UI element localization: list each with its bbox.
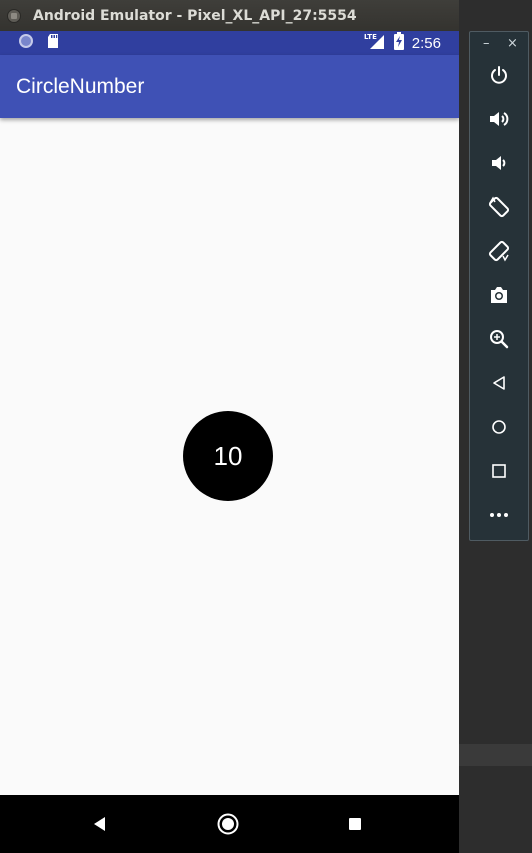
emulator-toolbar: – × xyxy=(469,31,529,541)
lte-label: LTE xyxy=(364,33,377,41)
volume-up-icon[interactable] xyxy=(484,104,514,134)
status-time: 2:56 xyxy=(411,34,441,52)
toolbar-minimize-button[interactable]: – xyxy=(483,36,490,51)
device-screen: LTE 2:56 CircleNumber 10 xyxy=(0,31,459,853)
circle-number-label: 10 xyxy=(213,440,243,471)
rotate-right-icon[interactable] xyxy=(484,236,514,266)
toolbar-close-button[interactable]: × xyxy=(507,36,518,51)
status-bar: LTE 2:56 xyxy=(0,31,459,55)
home-icon[interactable] xyxy=(216,812,240,836)
battery-charging-icon xyxy=(393,32,404,54)
sync-icon xyxy=(18,33,34,53)
volume-down-icon[interactable] xyxy=(484,148,514,178)
app-title: CircleNumber xyxy=(16,74,145,98)
window-titlebar[interactable]: Android Emulator - Pixel_XL_API_27:5554 xyxy=(0,0,459,31)
desktop-strip xyxy=(459,744,532,766)
back-icon[interactable] xyxy=(484,368,514,398)
recents-icon[interactable] xyxy=(343,812,367,836)
lte-signal-icon: LTE xyxy=(364,32,386,54)
power-icon[interactable] xyxy=(484,60,514,90)
zoom-icon[interactable] xyxy=(484,324,514,354)
desktop: Android Emulator - Pixel_XL_API_27:5554 xyxy=(0,0,532,853)
more-icon[interactable] xyxy=(484,500,514,530)
window-title: Android Emulator - Pixel_XL_API_27:5554 xyxy=(33,7,357,24)
rotate-left-icon[interactable] xyxy=(484,192,514,222)
navigation-bar xyxy=(0,795,459,853)
app-bar: CircleNumber xyxy=(0,55,459,118)
back-icon[interactable] xyxy=(88,812,112,836)
main-content: 10 xyxy=(0,118,459,795)
overview-icon[interactable] xyxy=(484,456,514,486)
camera-icon[interactable] xyxy=(484,280,514,310)
toolbar-header: – × xyxy=(470,32,528,56)
window-close-icon[interactable] xyxy=(7,8,21,23)
sd-card-icon xyxy=(46,33,60,53)
home-icon[interactable] xyxy=(484,412,514,442)
number-circle[interactable]: 10 xyxy=(183,411,273,501)
emulator-window: Android Emulator - Pixel_XL_API_27:5554 xyxy=(0,0,459,853)
